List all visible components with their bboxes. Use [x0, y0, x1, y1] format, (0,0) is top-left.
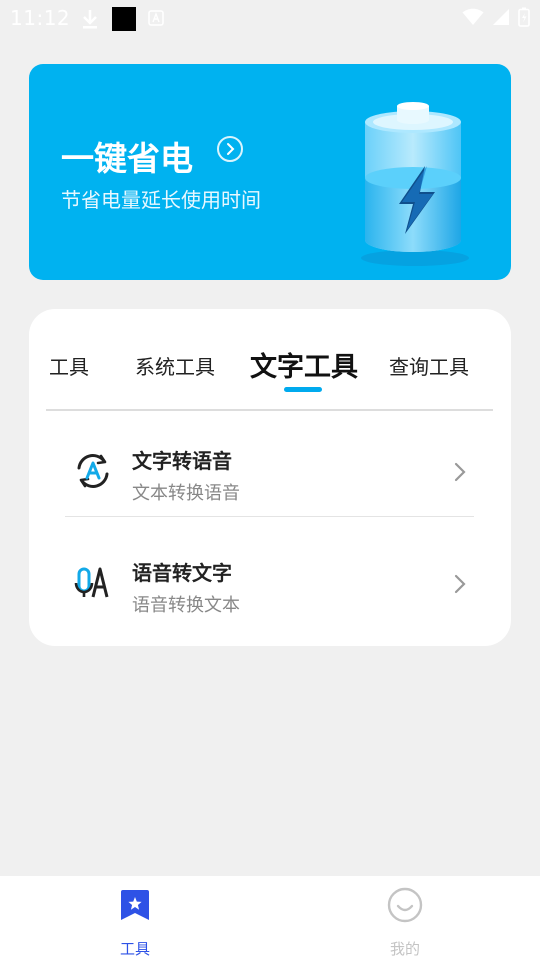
bottom-navigation: 工具 我的 — [0, 876, 540, 960]
tab-system-tools[interactable]: 系统工具 — [135, 351, 215, 380]
speech-to-text-icon — [74, 567, 109, 598]
text-to-speech-icon — [77, 454, 109, 488]
signal-icon — [493, 9, 509, 25]
list-item-speech-to-text[interactable]: 语音转文字 语音转换文本 — [29, 525, 511, 633]
item-subtitle: 文本转换语音 — [132, 483, 240, 504]
chevron-right-circle-icon — [217, 136, 243, 162]
item-title: 语音转文字 — [132, 561, 232, 585]
banner-title: 一键省电 — [61, 139, 193, 178]
nav-label-tools: 工具 — [119, 940, 150, 958]
chevron-right-icon — [454, 462, 466, 482]
status-bar: 11:12 — [0, 0, 540, 36]
status-time: 11:12 — [10, 6, 71, 30]
chevron-right-icon — [454, 574, 466, 594]
keyboard-notification-icon — [148, 10, 164, 26]
item-divider — [65, 516, 474, 517]
tools-card: 工具 系统工具 文字工具 查询工具 文字转语音 文本转换语音 语音转文字 语音转… — [29, 309, 511, 646]
tab-tools[interactable]: 工具 — [49, 351, 89, 380]
bookmark-star-icon — [121, 890, 149, 920]
item-subtitle: 语音转换文本 — [132, 595, 240, 616]
app-notification-icon — [112, 7, 136, 31]
smiley-face-icon — [387, 887, 423, 923]
tab-text-tools[interactable]: 文字工具 — [250, 345, 358, 384]
tabs-divider — [46, 409, 493, 411]
power-saving-banner[interactable]: 一键省电 节省电量延长使用时间 — [29, 64, 511, 280]
list-item-text-to-speech[interactable]: 文字转语音 文本转换语音 — [29, 413, 511, 521]
item-title: 文字转语音 — [132, 449, 232, 473]
category-tabs: 工具 系统工具 文字工具 查询工具 — [29, 309, 511, 409]
download-icon — [83, 10, 97, 29]
wifi-icon — [462, 8, 484, 25]
banner-subtitle: 节省电量延长使用时间 — [61, 188, 261, 212]
active-tab-indicator — [284, 387, 322, 392]
battery-illustration-icon — [361, 102, 469, 266]
nav-label-mine: 我的 — [389, 940, 420, 958]
tab-query-tools[interactable]: 查询工具 — [389, 351, 469, 380]
battery-icon — [518, 7, 530, 27]
